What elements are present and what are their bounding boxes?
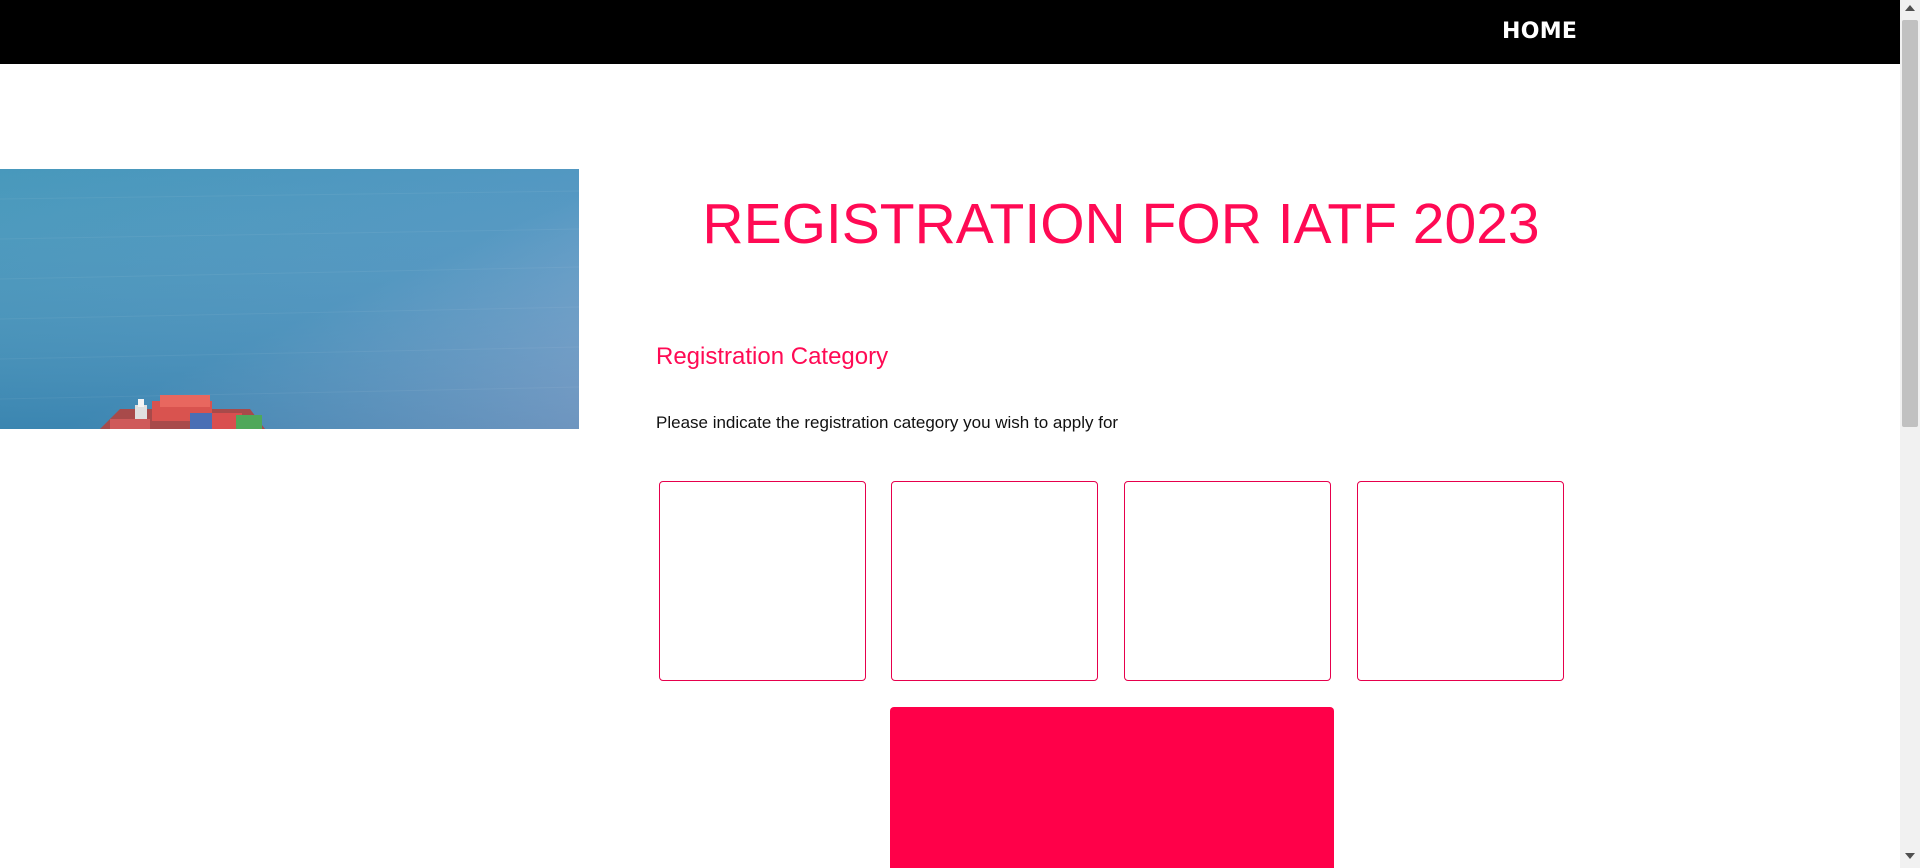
- registration-category-heading: Registration Category: [656, 343, 889, 370]
- registration-category-card-1[interactable]: [659, 481, 866, 681]
- vertical-scrollbar[interactable]: [1900, 0, 1920, 868]
- submit-button[interactable]: [890, 707, 1334, 868]
- top-navigation-bar: HOME: [0, 0, 1900, 64]
- scroll-up-arrow-icon[interactable]: [1905, 5, 1915, 11]
- registration-category-card-4[interactable]: [1357, 481, 1564, 681]
- page-title: REGISTRATION FOR IATF 2023: [702, 192, 1540, 256]
- registration-instructions: Please indicate the registration categor…: [656, 413, 1119, 432]
- registration-category-card-3[interactable]: [1124, 481, 1331, 681]
- registration-category-card-2[interactable]: [891, 481, 1098, 681]
- page: HOME REGISTRATION FOR IATF 2023 Registra…: [0, 0, 1920, 868]
- cargo-ship-ocean-photo-icon: [0, 169, 579, 429]
- hero-image: [0, 169, 579, 429]
- home-link[interactable]: HOME: [1502, 19, 1577, 44]
- scroll-down-arrow-icon[interactable]: [1905, 853, 1915, 859]
- scrollbar-thumb[interactable]: [1902, 20, 1918, 427]
